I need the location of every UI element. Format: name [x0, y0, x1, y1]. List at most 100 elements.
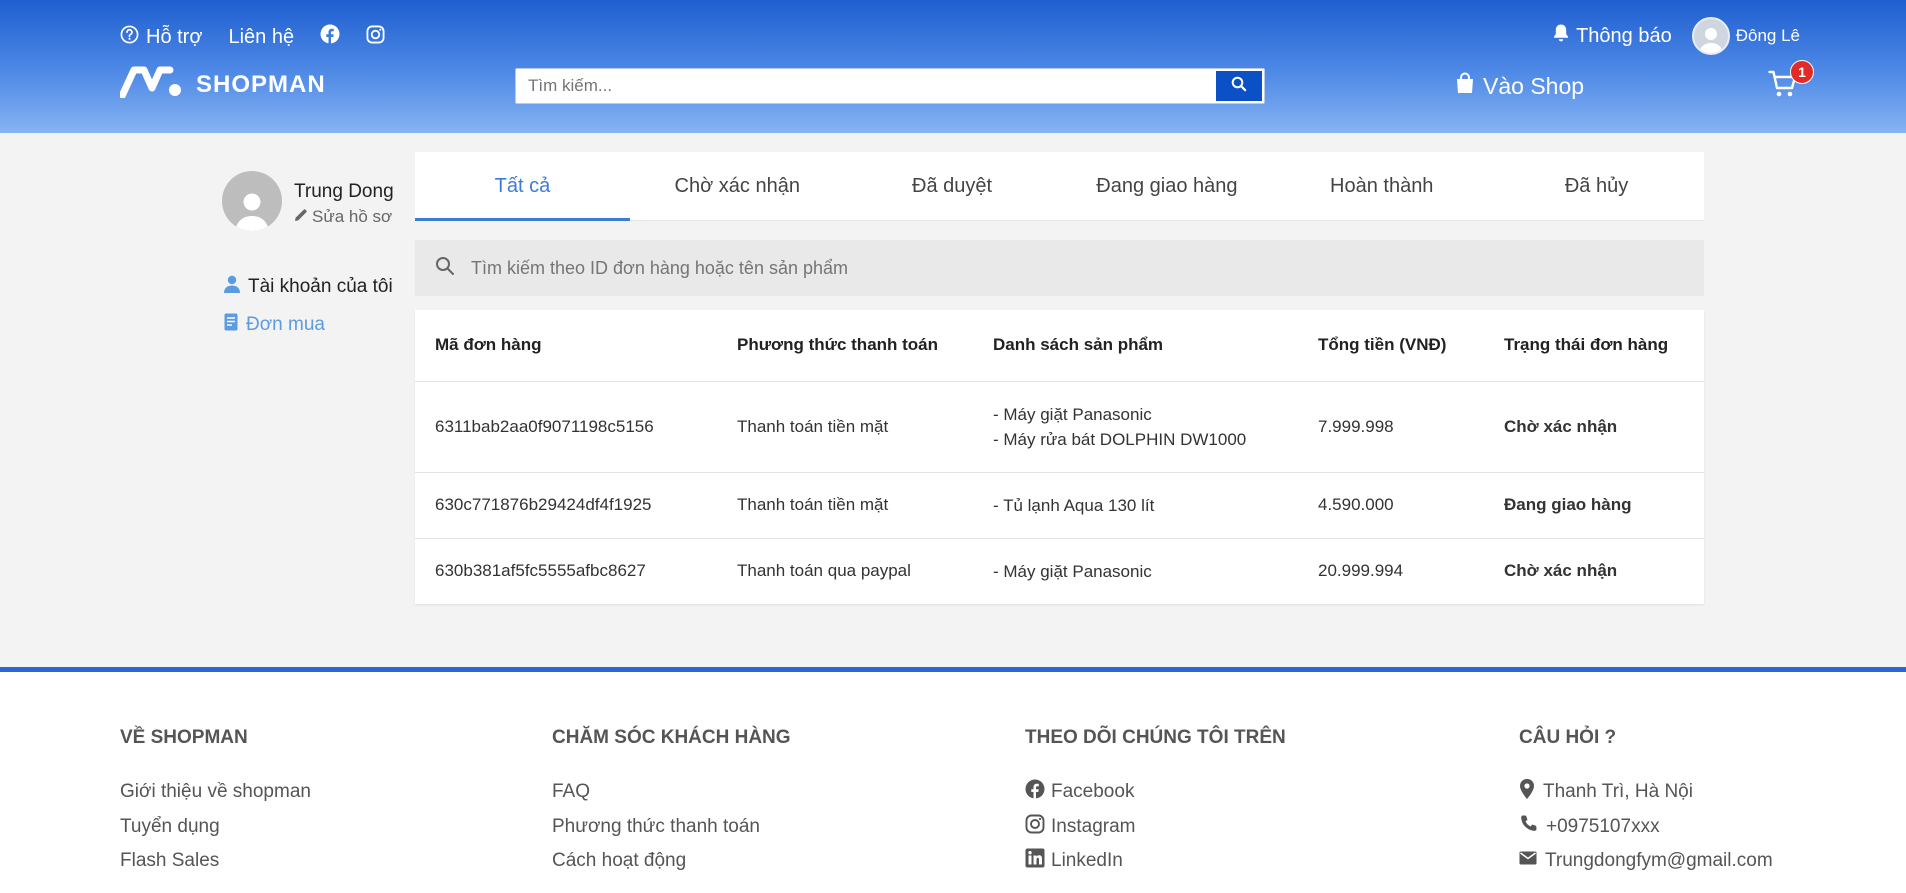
user-icon	[224, 275, 240, 299]
order-total: 4.590.000	[1298, 472, 1484, 539]
user-name: Đông Lê	[1735, 26, 1800, 45]
logo-text: SHOPMAN	[196, 70, 326, 98]
search-button[interactable]	[1216, 71, 1262, 101]
avatar	[1691, 17, 1730, 55]
payment-method: Thanh toán qua paypal	[737, 561, 911, 581]
user-menu[interactable]: Đông Lê	[1691, 17, 1800, 55]
facebook-icon	[1025, 779, 1045, 805]
column-header: Phương thức thanh toán	[717, 310, 973, 382]
footer-heading: CÂU HỎI ?	[1519, 727, 1617, 748]
footer-link-facebook[interactable]: Facebook	[1025, 775, 1286, 810]
help-circle-icon	[120, 25, 139, 50]
footer-link-label: Facebook	[1051, 781, 1135, 803]
footer-heading: CHĂM SÓC KHÁCH HÀNG	[552, 727, 791, 748]
sidebar-item-orders[interactable]: Đơn mua	[224, 306, 393, 344]
instagram-icon	[366, 25, 385, 50]
linkedin-icon	[1025, 848, 1045, 874]
topbar-left: Hỗ trợ Liên hệ	[120, 24, 385, 50]
order-search-input[interactable]	[471, 257, 1704, 279]
footer-link-linkedin[interactable]: LinkedIn	[1025, 844, 1286, 879]
orders-table: Mã đơn hàng Phương thức thanh toán Danh …	[415, 310, 1704, 604]
tab-shipping[interactable]: Đang giao hàng	[1059, 152, 1274, 220]
phone-icon	[1519, 814, 1538, 839]
footer-link-about[interactable]: Giới thiệu về shopman	[120, 775, 311, 810]
footer-link-payment-methods[interactable]: Phương thức thanh toán	[552, 810, 791, 845]
sidebar-profile: Trung Dong Sửa hồ sơ	[222, 171, 394, 231]
site-header: Hỗ trợ Liên hệ Thông báo Đông Lê SHOPMAN…	[0, 0, 1906, 133]
footer-email: Trungdongfym@gmail.com	[1519, 844, 1773, 879]
profile-avatar	[222, 171, 282, 231]
profile-name: Trung Dong	[294, 181, 394, 202]
pencil-icon	[294, 207, 308, 227]
facebook-link[interactable]	[320, 24, 340, 50]
shopping-bag-icon	[1455, 72, 1475, 100]
cart-count-badge: 1	[1790, 60, 1814, 84]
notification-label: Thông báo	[1576, 24, 1672, 47]
tab-completed[interactable]: Hoàn thành	[1274, 152, 1489, 220]
phone-text: +0975107xxx	[1546, 815, 1660, 837]
footer-customer-care: CHĂM SÓC KHÁCH HÀNG FAQ Phương thức than…	[552, 727, 791, 879]
table-row[interactable]: 630b381af5fc5555afbc8627 Thanh toán qua …	[415, 538, 1704, 604]
order-id: 630c771876b29424df4f1925	[415, 472, 717, 539]
logo[interactable]: SHOPMAN	[118, 66, 326, 103]
tab-cancelled[interactable]: Đã hủy	[1489, 152, 1704, 220]
footer-address: Thanh Trì, Hà Nội	[1519, 775, 1773, 810]
contact-label: Liên hệ	[228, 25, 295, 48]
email-text[interactable]: Trungdongfym@gmail.com	[1545, 850, 1773, 872]
support-label: Hỗ trợ	[146, 25, 203, 48]
table-row[interactable]: 630c771876b29424df4f1925 Thanh toán tiền…	[415, 472, 1704, 539]
logo-mark-icon	[118, 66, 182, 103]
footer-questions: CÂU HỎI ? Thanh Trì, Hà Nội +0975107xxx …	[1519, 727, 1773, 879]
footer-link-flash-sales[interactable]: Flash Sales	[120, 844, 311, 879]
go-to-shop-link[interactable]: Vào Shop	[1455, 72, 1584, 100]
order-total: 20.999.994	[1318, 561, 1404, 581]
footer-link-faq[interactable]: FAQ	[552, 775, 791, 810]
header-search	[515, 68, 1265, 104]
payment-method: Thanh toán tiền mặt	[717, 472, 973, 539]
search-icon	[1231, 76, 1247, 97]
status-badge: Đang giao hàng	[1484, 472, 1704, 539]
product-item: - Máy giặt Panasonic	[993, 404, 1152, 424]
column-header: Mã đơn hàng	[415, 310, 717, 382]
footer-follow: THEO DÕI CHÚNG TÔI TRÊN Facebook Instagr…	[1025, 727, 1286, 879]
column-header: Danh sách sản phẩm	[973, 310, 1298, 382]
footer-link-instagram[interactable]: Instagram	[1025, 810, 1286, 845]
footer-link-how-it-works[interactable]: Cách hoạt động	[552, 844, 791, 879]
instagram-link[interactable]	[366, 25, 385, 50]
order-status-tabs: Tất cả Chờ xác nhận Đã duyệt Đang giao h…	[415, 152, 1704, 221]
facebook-icon	[320, 24, 340, 50]
cart-icon	[1768, 70, 1798, 102]
table-header-row: Mã đơn hàng Phương thức thanh toán Danh …	[415, 310, 1704, 382]
footer-link-label: LinkedIn	[1051, 850, 1123, 872]
support-link[interactable]: Hỗ trợ	[120, 25, 202, 50]
table-row[interactable]: 6311bab2aa0f9071198c5156 Thanh toán tiền…	[415, 381, 1704, 473]
footer-about: VỀ SHOPMAN Giới thiệu về shopman Tuyển d…	[120, 727, 311, 879]
tab-pending[interactable]: Chờ xác nhận	[630, 152, 845, 220]
mail-icon	[1519, 850, 1537, 872]
column-header: Trạng thái đơn hàng	[1484, 310, 1704, 382]
footer-link-careers[interactable]: Tuyển dụng	[120, 810, 311, 845]
site-footer: VỀ SHOPMAN Giới thiệu về shopman Tuyển d…	[0, 667, 1906, 893]
tab-approved[interactable]: Đã duyệt	[845, 152, 1060, 220]
product-list: - Tủ lạnh Aqua 130 lít	[973, 472, 1298, 539]
bell-icon	[1552, 23, 1570, 49]
instagram-icon	[1025, 814, 1045, 840]
footer-phone: +0975107xxx	[1519, 810, 1773, 845]
product-item: - Máy rửa bát DOLPHIN DW1000	[993, 429, 1247, 449]
product-item: - Tủ lạnh Aqua 130 lít	[993, 495, 1155, 515]
column-header: Tổng tiền (VNĐ)	[1298, 310, 1484, 382]
document-icon	[224, 313, 238, 337]
tab-all[interactable]: Tất cả	[415, 152, 630, 221]
footer-link-label: Instagram	[1051, 815, 1136, 837]
sidebar-item-my-account[interactable]: Tài khoản của tôi	[224, 268, 393, 306]
notification-link[interactable]: Thông báo	[1552, 23, 1672, 49]
sidebar-item-label: Tài khoản của tôi	[248, 276, 393, 297]
contact-link[interactable]: Liên hệ	[228, 26, 294, 49]
search-input[interactable]	[516, 69, 1214, 103]
shop-label: Vào Shop	[1483, 72, 1585, 99]
order-total: 7.999.998	[1298, 381, 1484, 473]
cart-button[interactable]: 1	[1768, 60, 1814, 103]
search-icon	[435, 256, 455, 281]
edit-profile-link[interactable]: Sửa hồ sơ	[294, 207, 394, 227]
sidebar-nav: Tài khoản của tôi Đơn mua	[224, 268, 393, 344]
